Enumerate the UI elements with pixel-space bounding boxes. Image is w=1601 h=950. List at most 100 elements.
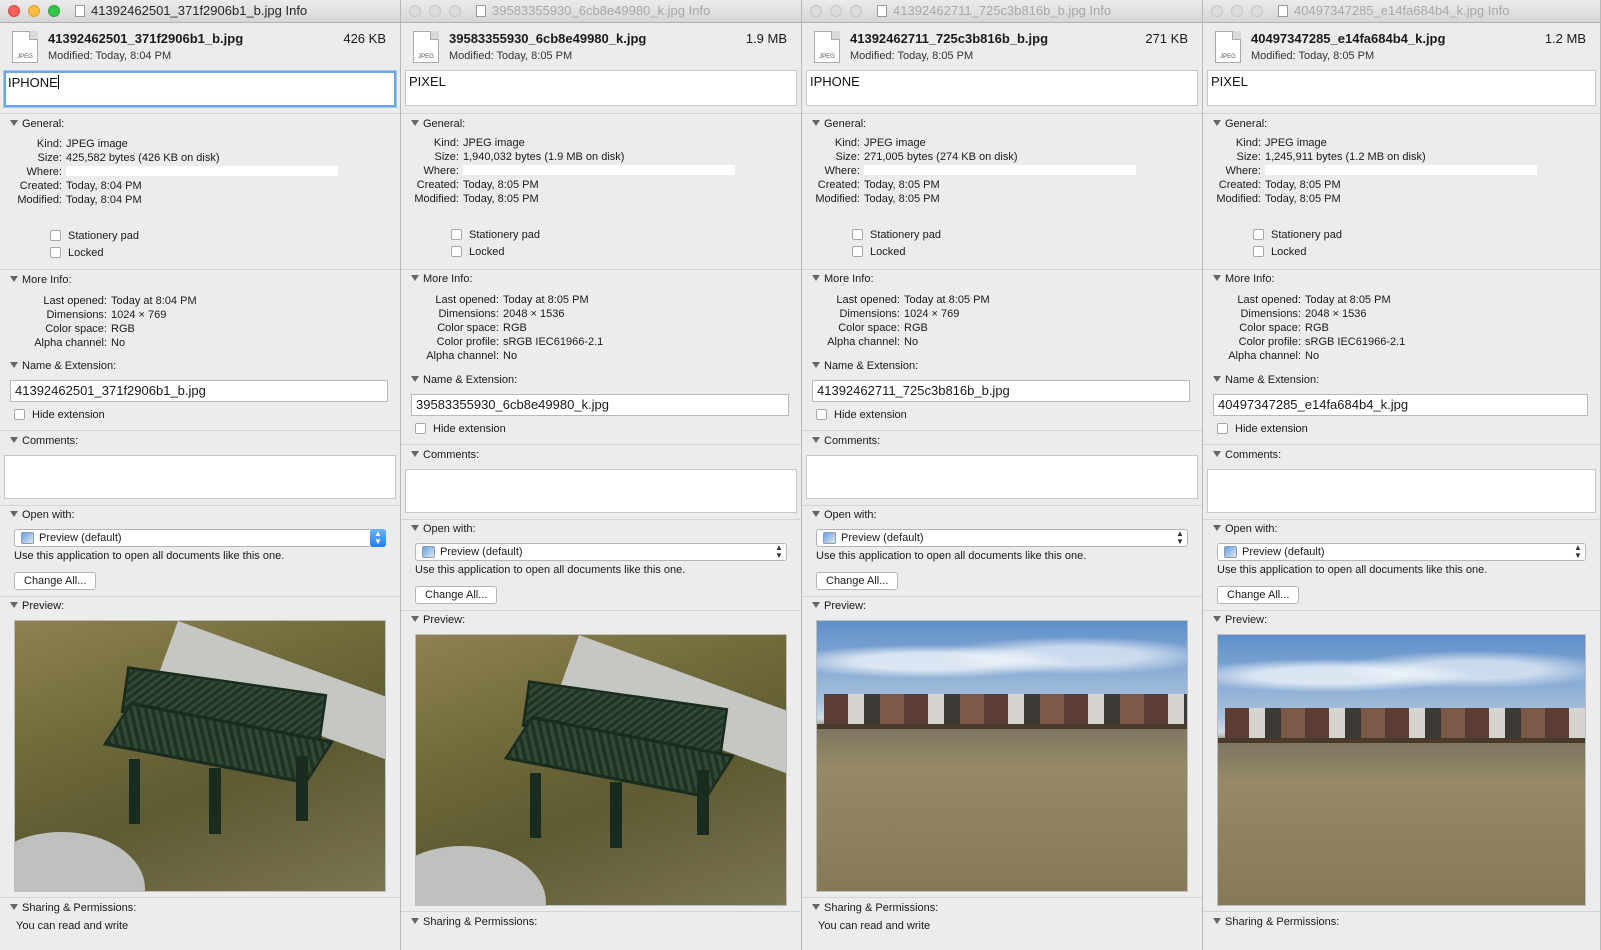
checkbox-box[interactable] xyxy=(1217,423,1228,434)
section-sharing-toggle[interactable]: Sharing & Permissions: xyxy=(812,902,938,914)
section-more-info-toggle[interactable]: More Info: xyxy=(411,273,473,285)
checkbox-box[interactable] xyxy=(50,230,61,241)
section-more-info-toggle[interactable]: More Info: xyxy=(1213,273,1275,285)
disclosure-triangle-icon[interactable] xyxy=(10,437,18,443)
comments-field[interactable] xyxy=(1207,469,1596,513)
disclosure-triangle-icon[interactable] xyxy=(411,525,419,531)
section-sharing-toggle[interactable]: Sharing & Permissions: xyxy=(1213,916,1339,928)
change-all-button[interactable]: Change All... xyxy=(14,572,97,590)
section-sharing-toggle[interactable]: Sharing & Permissions: xyxy=(10,902,136,914)
comments-field[interactable] xyxy=(4,455,396,499)
popup-arrows-icon[interactable]: ▲ ▼ xyxy=(771,543,787,561)
section-sharing-toggle[interactable]: Sharing & Permissions: xyxy=(411,916,537,928)
section-more-info-toggle[interactable]: More Info: xyxy=(10,274,72,286)
checkbox-box[interactable] xyxy=(1253,229,1264,240)
checkbox-box[interactable] xyxy=(50,247,61,258)
stationery-pad-checkbox[interactable]: Stationery pad xyxy=(852,229,941,241)
disclosure-triangle-icon[interactable] xyxy=(411,918,419,924)
disclosure-triangle-icon[interactable] xyxy=(812,904,820,910)
disclosure-triangle-icon[interactable] xyxy=(1213,451,1221,457)
minimize-button[interactable] xyxy=(830,5,842,17)
open-with-popup[interactable]: Preview (default) ▲ ▼ xyxy=(1217,543,1586,561)
section-comments-toggle[interactable]: Comments: xyxy=(10,435,78,447)
close-button[interactable] xyxy=(409,5,421,17)
name-extension-field[interactable]: 41392462711_725c3b816b_b.jpg xyxy=(812,380,1190,402)
checkbox-box[interactable] xyxy=(1253,246,1264,257)
disclosure-triangle-icon[interactable] xyxy=(812,437,820,443)
section-name-ext-toggle[interactable]: Name & Extension: xyxy=(1213,374,1319,386)
disclosure-triangle-icon[interactable] xyxy=(411,451,419,457)
disclosure-triangle-icon[interactable] xyxy=(1213,525,1221,531)
section-more-info-toggle[interactable]: More Info: xyxy=(812,273,874,285)
comments-field[interactable] xyxy=(806,455,1198,499)
disclosure-triangle-icon[interactable] xyxy=(411,376,419,382)
section-open-with-toggle[interactable]: Open with: xyxy=(1213,523,1278,535)
section-preview-toggle[interactable]: Preview: xyxy=(1213,614,1267,626)
hide-extension-checkbox[interactable]: Hide extension xyxy=(415,423,506,435)
disclosure-triangle-icon[interactable] xyxy=(812,120,820,126)
zoom-button[interactable] xyxy=(850,5,862,17)
disclosure-triangle-icon[interactable] xyxy=(812,602,820,608)
disclosure-triangle-icon[interactable] xyxy=(1213,376,1221,382)
checkbox-box[interactable] xyxy=(451,246,462,257)
checkbox-box[interactable] xyxy=(415,423,426,434)
section-comments-toggle[interactable]: Comments: xyxy=(1213,449,1281,461)
locked-checkbox[interactable]: Locked xyxy=(1253,246,1306,258)
section-general-toggle[interactable]: General: xyxy=(10,118,64,130)
disclosure-triangle-icon[interactable] xyxy=(10,602,18,608)
minimize-button[interactable] xyxy=(28,5,40,17)
locked-checkbox[interactable]: Locked xyxy=(50,247,103,259)
open-with-popup[interactable]: Preview (default) ▲ ▼ xyxy=(415,543,787,561)
checkbox-box[interactable] xyxy=(451,229,462,240)
section-comments-toggle[interactable]: Comments: xyxy=(411,449,479,461)
section-preview-toggle[interactable]: Preview: xyxy=(10,600,64,612)
locked-checkbox[interactable]: Locked xyxy=(852,246,905,258)
zoom-button[interactable] xyxy=(1251,5,1263,17)
checkbox-box[interactable] xyxy=(14,409,25,420)
stationery-pad-checkbox[interactable]: Stationery pad xyxy=(451,229,540,241)
section-name-ext-toggle[interactable]: Name & Extension: xyxy=(411,374,517,386)
section-general-toggle[interactable]: General: xyxy=(1213,118,1267,130)
title-bar[interactable]: 39583355930_6cb8e49980_k.jpg Info xyxy=(401,0,801,23)
disclosure-triangle-icon[interactable] xyxy=(1213,275,1221,281)
close-button[interactable] xyxy=(810,5,822,17)
locked-checkbox[interactable]: Locked xyxy=(451,246,504,258)
section-open-with-toggle[interactable]: Open with: xyxy=(411,523,476,535)
title-bar[interactable]: 41392462501_371f2906b1_b.jpg Info xyxy=(0,0,400,23)
section-comments-toggle[interactable]: Comments: xyxy=(812,435,880,447)
hide-extension-checkbox[interactable]: Hide extension xyxy=(1217,423,1308,435)
section-open-with-toggle[interactable]: Open with: xyxy=(10,509,75,521)
tags-field[interactable]: IPHONE xyxy=(806,70,1198,106)
stationery-pad-checkbox[interactable]: Stationery pad xyxy=(50,230,139,242)
section-general-toggle[interactable]: General: xyxy=(812,118,866,130)
disclosure-triangle-icon[interactable] xyxy=(1213,120,1221,126)
disclosure-triangle-icon[interactable] xyxy=(10,276,18,282)
tags-field[interactable]: PIXEL xyxy=(405,70,797,106)
hide-extension-checkbox[interactable]: Hide extension xyxy=(816,409,907,421)
section-preview-toggle[interactable]: Preview: xyxy=(812,600,866,612)
checkbox-box[interactable] xyxy=(852,246,863,257)
checkbox-box[interactable] xyxy=(816,409,827,420)
disclosure-triangle-icon[interactable] xyxy=(411,275,419,281)
disclosure-triangle-icon[interactable] xyxy=(10,362,18,368)
popup-arrows-icon[interactable]: ▲ ▼ xyxy=(1172,529,1188,547)
disclosure-triangle-icon[interactable] xyxy=(812,275,820,281)
checkbox-box[interactable] xyxy=(852,229,863,240)
disclosure-triangle-icon[interactable] xyxy=(1213,616,1221,622)
tags-field[interactable]: PIXEL xyxy=(1207,70,1596,106)
zoom-button[interactable] xyxy=(48,5,60,17)
change-all-button[interactable]: Change All... xyxy=(1217,586,1300,604)
open-with-popup[interactable]: Preview (default) ▲ ▼ xyxy=(14,529,386,547)
name-extension-field[interactable]: 40497347285_e14fa684b4_k.jpg xyxy=(1213,394,1588,416)
section-preview-toggle[interactable]: Preview: xyxy=(411,614,465,626)
section-open-with-toggle[interactable]: Open with: xyxy=(812,509,877,521)
disclosure-triangle-icon[interactable] xyxy=(10,120,18,126)
section-name-ext-toggle[interactable]: Name & Extension: xyxy=(10,360,116,372)
title-bar[interactable]: 40497347285_e14fa684b4_k.jpg Info xyxy=(1203,0,1600,23)
popup-arrows-icon[interactable]: ▲ ▼ xyxy=(1570,543,1586,561)
disclosure-triangle-icon[interactable] xyxy=(1213,918,1221,924)
tags-field[interactable]: IPHONE xyxy=(4,71,396,107)
name-extension-field[interactable]: 41392462501_371f2906b1_b.jpg xyxy=(10,380,388,402)
disclosure-triangle-icon[interactable] xyxy=(411,616,419,622)
disclosure-triangle-icon[interactable] xyxy=(812,511,820,517)
